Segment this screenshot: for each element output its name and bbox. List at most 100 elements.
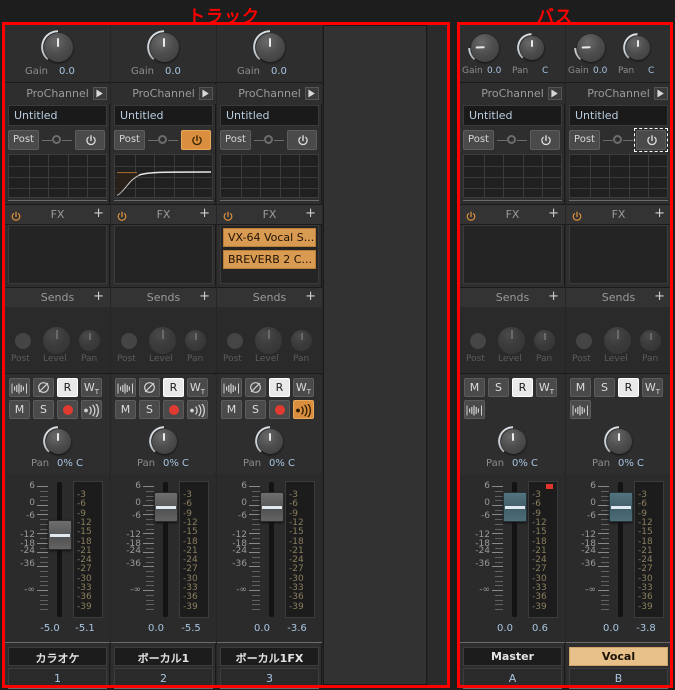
send-pan-knob[interactable]	[185, 330, 206, 351]
sends-add-button[interactable]: +	[305, 290, 316, 303]
channel-number-plate[interactable]: A	[463, 668, 562, 687]
prochannel-header[interactable]: ProChannel	[5, 84, 110, 104]
send-enable-dot[interactable]	[15, 333, 31, 349]
input-echo-button[interactable]	[81, 400, 102, 419]
fx-add-button[interactable]: +	[93, 207, 104, 220]
bus-pan-knob[interactable]	[517, 33, 546, 62]
fader-handle[interactable]	[503, 491, 527, 522]
input-echo-button[interactable]	[293, 400, 314, 419]
track-name-plate[interactable]: ボーカル1	[114, 647, 213, 666]
fx-add-button[interactable]: +	[654, 207, 665, 220]
prochannel-header[interactable]: ProChannel	[217, 84, 322, 104]
pan-knob[interactable]	[43, 426, 73, 456]
channel-number-plate[interactable]: 1	[8, 668, 107, 687]
fx-bin[interactable]	[569, 225, 668, 284]
automation-read-button[interactable]: R	[618, 378, 639, 397]
track-name-plate[interactable]: カラオケ	[8, 647, 107, 666]
meter-icon-button[interactable]	[221, 378, 242, 397]
fader-handle[interactable]	[260, 491, 284, 522]
automation-write-button[interactable]: WT	[187, 378, 208, 397]
prochannel-power-button[interactable]	[530, 130, 560, 150]
send-enable-dot[interactable]	[227, 333, 243, 349]
meter-icon-button[interactable]	[464, 400, 485, 419]
record-arm-button[interactable]	[57, 400, 78, 419]
record-arm-button[interactable]	[269, 400, 290, 419]
preset-name-field[interactable]: Untitled	[8, 105, 107, 126]
pan-knob[interactable]	[604, 426, 634, 456]
fader-handle[interactable]	[609, 491, 633, 522]
mute-button[interactable]: M	[464, 378, 485, 397]
automation-write-button[interactable]: WT	[81, 378, 102, 397]
gain-knob[interactable]	[41, 30, 75, 64]
phase-invert-button[interactable]	[33, 378, 54, 397]
send-level-knob[interactable]	[498, 327, 525, 354]
solo-button[interactable]: S	[33, 400, 54, 419]
prochannel-eq-graph[interactable]	[114, 154, 213, 198]
post-button[interactable]: Post	[8, 130, 39, 150]
send-level-knob[interactable]	[43, 327, 70, 354]
send-pan-knob[interactable]	[534, 330, 555, 351]
solo-button[interactable]: S	[245, 400, 266, 419]
meter-icon-button[interactable]	[570, 400, 591, 419]
fx-bin[interactable]: VX-64 Vocal S... BREVERB 2 C...	[220, 225, 319, 284]
prochannel-power-button[interactable]	[287, 130, 317, 150]
sends-add-button[interactable]: +	[199, 290, 210, 303]
fader-handle[interactable]	[154, 491, 178, 522]
preset-name-field[interactable]: Untitled	[463, 105, 562, 126]
send-pan-knob[interactable]	[640, 330, 661, 351]
gain-knob[interactable]	[253, 30, 287, 64]
mute-button[interactable]: M	[221, 400, 242, 419]
mute-button[interactable]: M	[570, 378, 591, 397]
solo-button[interactable]: S	[594, 378, 615, 397]
fx-add-button[interactable]: +	[548, 207, 559, 220]
automation-write-button[interactable]: WT	[536, 378, 557, 397]
fx-bin[interactable]	[8, 225, 107, 284]
automation-read-button[interactable]: R	[163, 378, 184, 397]
send-level-knob[interactable]	[149, 327, 176, 354]
send-pan-knob[interactable]	[79, 330, 100, 351]
meter-icon-button[interactable]	[115, 378, 136, 397]
pan-knob[interactable]	[255, 426, 285, 456]
solo-button[interactable]: S	[488, 378, 509, 397]
post-button[interactable]: Post	[569, 130, 600, 150]
preset-name-field[interactable]: Untitled	[569, 105, 668, 126]
automation-read-button[interactable]: R	[57, 378, 78, 397]
clip-indicator[interactable]	[546, 484, 553, 489]
track-name-plate[interactable]: ボーカル1FX	[220, 647, 319, 666]
prochannel-eq-graph[interactable]	[8, 154, 107, 198]
prochannel-header[interactable]: ProChannel	[566, 84, 671, 104]
prochannel-eq-graph[interactable]	[463, 154, 562, 198]
prochannel-eq-graph[interactable]	[569, 154, 668, 198]
automation-write-button[interactable]: WT	[293, 378, 314, 397]
preset-name-field[interactable]: Untitled	[114, 105, 213, 126]
channel-number-plate[interactable]: 2	[114, 668, 213, 687]
send-level-knob[interactable]	[604, 327, 631, 354]
prochannel-power-button[interactable]	[75, 130, 105, 150]
solo-button[interactable]: S	[139, 400, 160, 419]
bus-pan-knob[interactable]	[623, 33, 652, 62]
automation-read-button[interactable]: R	[269, 378, 290, 397]
gain-knob[interactable]	[468, 31, 501, 64]
gain-knob[interactable]	[147, 30, 181, 64]
preset-name-field[interactable]: Untitled	[220, 105, 319, 126]
fx-add-button[interactable]: +	[305, 207, 316, 220]
sends-add-button[interactable]: +	[654, 290, 665, 303]
automation-read-button[interactable]: R	[512, 378, 533, 397]
post-button[interactable]: Post	[114, 130, 145, 150]
channel-number-plate[interactable]: B	[569, 668, 668, 687]
send-enable-dot[interactable]	[121, 333, 137, 349]
pan-knob[interactable]	[498, 426, 528, 456]
send-enable-dot[interactable]	[576, 333, 592, 349]
sends-add-button[interactable]: +	[93, 290, 104, 303]
automation-write-button[interactable]: WT	[642, 378, 663, 397]
post-button[interactable]: Post	[220, 130, 251, 150]
fx-add-button[interactable]: +	[199, 207, 210, 220]
send-level-knob[interactable]	[255, 327, 282, 354]
prochannel-header[interactable]: ProChannel	[111, 84, 216, 104]
mute-button[interactable]: M	[115, 400, 136, 419]
send-enable-dot[interactable]	[470, 333, 486, 349]
pan-knob[interactable]	[149, 426, 179, 456]
mute-button[interactable]: M	[9, 400, 30, 419]
meter-icon-button[interactable]	[9, 378, 30, 397]
bus-name-plate[interactable]: Master	[463, 647, 562, 666]
